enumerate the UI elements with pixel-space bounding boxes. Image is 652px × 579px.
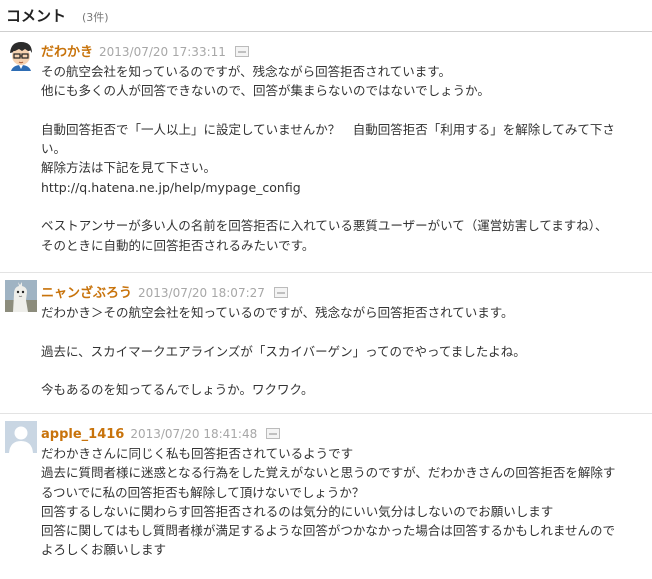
comment-line: 回答に関してはもし質問者様が満足するような回答がつかなかった場合は回答するかもし… xyxy=(41,523,616,539)
comment-item: ニャンざぶろう 2013/07/20 18:07:27 だわかき＞その航空会社を知… xyxy=(0,273,652,414)
comment-line: 今もあるのを知ってるんでしょうか。ワクワク。 xyxy=(41,382,314,398)
comment-line xyxy=(41,101,638,120)
comments-header: コメント (3件) xyxy=(0,0,652,32)
comment-item: だわかき 2013/07/20 17:33:11 その航空会社を知っているのですが… xyxy=(0,32,652,273)
comment-line: 解除方法は下記を見て下さい。 xyxy=(41,160,217,176)
comment-line xyxy=(41,361,638,380)
comment-line: よろしくお願いします xyxy=(41,542,167,558)
comment-line: 自動回答拒否で「一人以上」に設定していませんか？ 自動回答拒否「利用する」を解除… xyxy=(41,121,615,137)
section-title: コメント xyxy=(6,7,67,25)
avatar[interactable] xyxy=(5,280,37,312)
comment-timestamp: 2013/07/20 18:41:48 xyxy=(130,427,258,441)
help-link[interactable]: http://q.hatena.ne.jp/help/mypage_config xyxy=(41,178,638,197)
comment-line: 過去に質問者様に迷惑となる行為をした覚えがないと思うのですが、だわかきさんの回答… xyxy=(41,465,616,481)
avatar[interactable] xyxy=(5,421,37,453)
comment-line: 回答するしないに関わらす回答拒否されるのは気分的にいい気分はしないのでお願いしま… xyxy=(41,503,554,519)
permalink-icon[interactable] xyxy=(266,428,281,439)
avatar[interactable] xyxy=(5,39,37,71)
comment-body: だわかきさんに同じく私も回答拒否されているようです 過去に質問者様に迷惑となる行… xyxy=(41,444,638,560)
permalink-icon[interactable] xyxy=(234,46,249,57)
comment-line xyxy=(41,197,638,216)
avatar-llama-icon xyxy=(5,280,37,312)
comment-line: 過去に、スカイマークエアラインズが「スカイバーゲン」ってのでやってましたよね。 xyxy=(41,343,526,359)
comment-author[interactable]: だわかき xyxy=(41,45,93,60)
permalink-icon[interactable] xyxy=(273,287,288,298)
comment-line xyxy=(41,322,638,341)
comment-author[interactable]: apple_1416 xyxy=(41,427,124,442)
comment-line: い。 xyxy=(41,141,67,157)
comment-line: るついでに私の回答拒否も解除して頂けないでしょうか？ xyxy=(41,484,365,500)
avatar-default-user-icon xyxy=(5,421,37,453)
comment-line: 他にも多くの人が回答できないので、回答が集まらないのではないでしょうか。 xyxy=(41,83,490,99)
comment-body: だわかき＞その航空会社を知っているのですが、残念ながら回答拒否されています。 過… xyxy=(41,303,638,399)
comment-line: だわかきさんに同じく私も回答拒否されているようです xyxy=(41,446,354,461)
comment-line: そのときに自動的に回答拒否されるみたいです。 xyxy=(41,237,315,253)
comment-timestamp: 2013/07/20 17:33:11 xyxy=(99,45,226,59)
comment-body: その航空会社を知っているのですが、残念ながら回答拒否されています。 他にも多くの… xyxy=(41,62,638,255)
comment-count: (3件) xyxy=(82,11,109,24)
comment-line: その航空会社を知っているのですが、残念ながら回答拒否されています。 xyxy=(41,64,452,79)
comment-timestamp: 2013/07/20 18:07:27 xyxy=(138,286,265,300)
comment-item: apple_1416 2013/07/20 18:41:48 だわかきさんに同じく… xyxy=(0,414,652,579)
comment-author[interactable]: ニャンざぶろう xyxy=(41,286,132,301)
comment-line: だわかき＞その航空会社を知っているのですが、残念ながら回答拒否されています。 xyxy=(41,305,514,320)
avatar-glasses-boy-icon xyxy=(5,39,37,71)
comment-line: ベストアンサーが多い人の名前を回答拒否に入れている悪質ユーザーがいて（運営妨害し… xyxy=(41,218,608,234)
